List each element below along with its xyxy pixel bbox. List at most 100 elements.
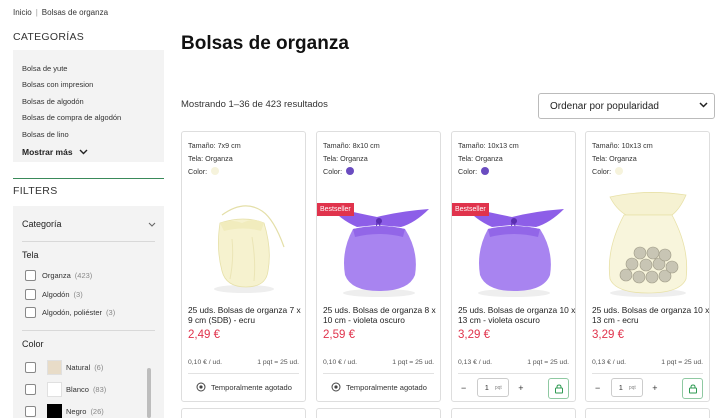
fabric-option[interactable]: Algodón (3) (25, 289, 83, 300)
checkbox[interactable] (25, 270, 36, 281)
product-name[interactable]: 25 uds. Bolsas de organza 10 x 13 cm - e… (592, 305, 710, 325)
product-card[interactable]: Tamaño: 8x10 cm Tela: Organza Color: Bes… (316, 131, 441, 402)
checkbox[interactable] (25, 362, 36, 373)
divider (22, 241, 155, 242)
color-dot (615, 167, 624, 175)
filters-title: FILTERS (13, 185, 58, 197)
quantity-value: 1 (618, 383, 623, 392)
increment-button[interactable]: + (652, 383, 657, 393)
scrollbar-thumb[interactable] (147, 368, 151, 418)
breadcrumb-current: Bolsas de organza (41, 8, 109, 17)
pack-size: 1 pqt = 25 ud. (392, 359, 434, 366)
divider (22, 330, 155, 331)
results-count: Mostrando 1–36 de 423 resultados (181, 99, 328, 110)
add-to-cart-button[interactable] (548, 378, 569, 399)
increment-button[interactable]: + (518, 383, 523, 393)
option-count: (423) (74, 271, 93, 280)
color-dot (211, 167, 220, 175)
product-image[interactable] (317, 179, 440, 299)
product-fabric: Tela: Organza (188, 154, 233, 163)
product-card[interactable] (451, 408, 576, 418)
fabric-option[interactable]: Organza (423) (25, 270, 92, 281)
color-option[interactable]: Blanco (83) (25, 382, 106, 397)
category-link[interactable]: Bolsas de algodón (22, 97, 84, 106)
product-card[interactable]: Tamaño: 10x13 cm Tela: Organza Color: Be… (451, 131, 576, 402)
sort-value: Ordenar por popularidad (550, 100, 659, 112)
color-dot (481, 167, 490, 175)
category-link[interactable]: Bolsa de yute (22, 64, 67, 73)
option-count: (83) (92, 385, 107, 394)
add-to-cart-button[interactable] (682, 378, 703, 399)
product-card[interactable] (585, 408, 710, 418)
option-label: Algodón, poliéster (42, 308, 103, 317)
show-more-button[interactable]: Mostrar más (22, 147, 88, 157)
category-link[interactable]: Bolsas con impresion (22, 80, 93, 89)
show-more-label: Mostrar más (22, 147, 73, 157)
breadcrumb-separator: | (35, 8, 38, 17)
color-option[interactable]: Negro (26) (25, 404, 104, 418)
fabric-option[interactable]: Algodón, poliéster (3) (25, 307, 115, 318)
product-price: 3,29 € (592, 329, 624, 341)
checkbox[interactable] (25, 289, 36, 300)
product-price: 2,49 € (188, 329, 220, 341)
unit-price: 0,10 € / ud. (188, 359, 223, 366)
product-color: Color: (188, 167, 220, 176)
stock-label: Temporalmente agotado (211, 382, 292, 392)
product-fabric: Tela: Organza (458, 154, 503, 163)
chevron-down-icon[interactable] (148, 222, 156, 227)
unavailable-icon (196, 382, 206, 392)
option-label: Blanco (66, 385, 89, 394)
chevron-down-icon (699, 102, 708, 108)
product-color: Color: (323, 167, 355, 176)
color-swatch (47, 360, 62, 375)
divider (188, 373, 299, 374)
color-label: Color: (592, 167, 612, 176)
product-image[interactable] (182, 179, 305, 299)
color-dot (346, 167, 355, 175)
product-fabric: Tela: Organza (592, 154, 637, 163)
pack-size: 1 pqt = 25 ud. (661, 359, 703, 366)
page-title: Bolsas de organza (181, 33, 349, 54)
product-name[interactable]: 25 uds. Bolsas de organza 7 x 9 cm (SDB)… (188, 305, 306, 325)
color-label: Color: (188, 167, 208, 176)
option-count: (26) (90, 407, 104, 416)
decrement-button[interactable]: − (461, 383, 466, 393)
option-label: Algodón (42, 290, 70, 299)
product-fabric: Tela: Organza (323, 154, 368, 163)
cart-icon (554, 383, 563, 393)
categories-title: CATEGORÍAS (13, 31, 85, 43)
product-card[interactable]: Tamaño: 7x9 cm Tela: Organza Color: 25 u… (181, 131, 306, 402)
cart-icon (688, 383, 697, 393)
quantity-input[interactable]: 1 pqt (477, 378, 510, 397)
sort-select[interactable]: Ordenar por popularidad (538, 93, 715, 119)
color-option[interactable]: Natural (6) (25, 360, 103, 375)
product-color: Color: (458, 167, 490, 176)
product-card[interactable] (181, 408, 306, 418)
product-name[interactable]: 25 uds. Bolsas de organza 8 x 10 cm - vi… (323, 305, 441, 325)
option-label: Negro (66, 407, 87, 416)
divider (458, 373, 569, 374)
divider (592, 373, 703, 374)
product-price: 3,29 € (458, 329, 490, 341)
categories-panel: Bolsa de yute Bolsas con impresion Bolsa… (13, 50, 164, 162)
checkbox[interactable] (25, 384, 36, 395)
breadcrumb-home[interactable]: Inicio (13, 8, 32, 17)
category-link[interactable]: Bolsas de compra de algodón (22, 113, 121, 122)
product-image[interactable] (452, 179, 575, 299)
checkbox[interactable] (25, 307, 36, 318)
product-size: Tamaño: 10x13 cm (458, 141, 519, 150)
category-filter-toggle[interactable]: Categoría (22, 219, 62, 229)
decrement-button[interactable]: − (595, 383, 600, 393)
quantity-input[interactable]: 1 pqt (611, 378, 644, 397)
quantity-stepper: − 1 pqt + (461, 378, 524, 397)
fabric-filter-title: Tela (22, 250, 39, 260)
unit-price: 0,10 € / ud. (323, 359, 358, 366)
checkbox[interactable] (25, 406, 36, 417)
product-card[interactable]: Tamaño: 10x13 cm Tela: Organza Color: 25… (585, 131, 710, 402)
product-image[interactable] (586, 179, 709, 299)
category-link[interactable]: Bolsas de lino (22, 130, 69, 139)
product-card[interactable] (316, 408, 441, 418)
product-size: Tamaño: 8x10 cm (323, 141, 380, 150)
product-name[interactable]: 25 uds. Bolsas de organza 10 x 13 cm - v… (458, 305, 576, 325)
product-price: 2,59 € (323, 329, 355, 341)
